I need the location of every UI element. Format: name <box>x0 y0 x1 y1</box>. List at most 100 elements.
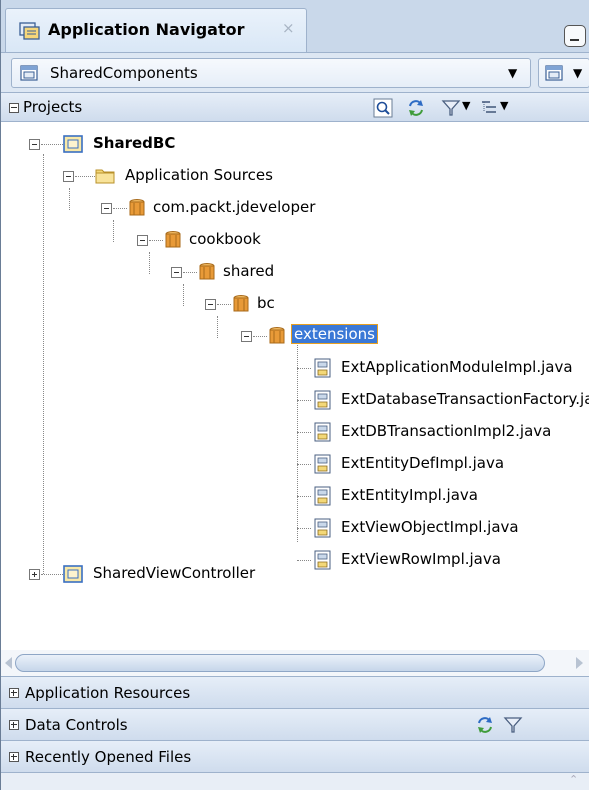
application-navigator-panel: Application Navigator × SharedComponents… <box>0 0 589 790</box>
tree-item-label: shared <box>223 262 275 280</box>
tree-item-label: SharedBC <box>93 134 176 152</box>
tree-guide-line <box>183 272 197 273</box>
chevron-down-icon: ▼ <box>508 66 518 80</box>
tree-item-package[interactable]: bc <box>1 292 589 316</box>
tree-guide-line <box>297 528 311 529</box>
tree-item-sharedviewcontroller[interactable]: SharedViewController <box>1 562 589 586</box>
panel-title: Application Navigator <box>48 20 245 39</box>
section-data-controls[interactable]: Data Controls <box>1 708 589 740</box>
tree-item-label: ExtViewObjectImpl.java <box>341 518 519 536</box>
tree-item-label: ExtEntityDefImpl.java <box>341 454 505 472</box>
package-icon <box>269 327 285 344</box>
tree-item-label: cookbook <box>189 230 261 248</box>
java-file-icon <box>314 422 331 442</box>
find-icon[interactable] <box>373 98 393 118</box>
tree-item-java-file[interactable]: ExtViewObjectImpl.java <box>1 516 589 540</box>
tree-item-label: SharedViewController <box>93 564 256 582</box>
projects-header-label: Projects <box>23 98 83 116</box>
chevron-up-icon[interactable]: ⌃ <box>569 773 578 786</box>
java-file-icon <box>314 454 331 474</box>
tree-guide-line <box>217 304 231 305</box>
tree-guide-line <box>297 560 311 561</box>
tree-item-sharedbc[interactable]: SharedBC <box>1 132 589 156</box>
tree-guide-line <box>297 432 311 433</box>
package-icon <box>165 231 181 248</box>
tree-guide-line <box>297 368 311 369</box>
project-folder-icon <box>63 135 83 153</box>
minimize-button[interactable] <box>564 25 586 47</box>
options-dropdown-icon[interactable]: ▼ <box>500 99 508 112</box>
tree-guide-line <box>297 496 311 497</box>
chevron-down-icon: ▼ <box>573 66 583 80</box>
scroll-left-arrow-icon[interactable] <box>5 657 12 669</box>
tree-item-label: bc <box>257 294 275 312</box>
tree-guide-line <box>113 208 127 209</box>
tree-item-java-file[interactable]: ExtDatabaseTransactionFactory.java <box>1 388 589 412</box>
filter-icon[interactable] <box>503 715 523 735</box>
tree-item-application-sources[interactable]: Application Sources <box>1 164 589 188</box>
tree-item-label: Application Sources <box>125 166 273 184</box>
java-file-icon <box>314 390 331 410</box>
close-tab-icon[interactable]: × <box>282 19 295 37</box>
panel-titlebar: Application Navigator × <box>1 0 589 52</box>
tree-item-label: ExtApplicationModuleImpl.java <box>341 358 573 376</box>
tree-expand-icon[interactable] <box>29 569 40 580</box>
tree-item-label: ExtDatabaseTransactionFactory.java <box>341 390 589 408</box>
tree-guide-line <box>297 400 311 401</box>
tree-item-package[interactable]: com.packt.jdeveloper <box>1 196 589 220</box>
application-selector-row: SharedComponents ▼ ▼ <box>1 52 589 92</box>
project-folder-icon <box>63 565 83 583</box>
application-icon <box>20 65 38 81</box>
package-icon <box>129 199 145 216</box>
tree-guide-line <box>149 240 163 241</box>
tree-item-java-file[interactable]: ExtEntityImpl.java <box>1 484 589 508</box>
navigator-icon <box>19 22 40 40</box>
tree-item-java-file[interactable]: ExtEntityDefImpl.java <box>1 452 589 476</box>
section-label: Recently Opened Files <box>25 748 192 766</box>
projects-tree: SharedBC Application Sources com.packt.j… <box>1 122 589 650</box>
scrollbar-thumb[interactable] <box>15 654 545 672</box>
tree-item-package-selected[interactable]: extensions <box>1 324 589 348</box>
tree-guide-line <box>41 144 63 145</box>
tree-guide-line <box>75 176 97 177</box>
application-menu-icon <box>545 65 563 81</box>
application-menu-button[interactable]: ▼ <box>538 58 589 88</box>
filter-dropdown-icon[interactable]: ▼ <box>462 99 470 112</box>
tree-guide-line <box>297 464 311 465</box>
tree-item-package[interactable]: cookbook <box>1 228 589 252</box>
refresh-icon[interactable] <box>475 715 495 735</box>
section-label: Data Controls <box>25 716 128 734</box>
horizontal-scrollbar[interactable] <box>1 650 589 676</box>
collapse-projects-icon[interactable] <box>9 103 19 113</box>
expand-section-icon[interactable] <box>9 720 19 730</box>
tree-collapse-icon[interactable] <box>137 235 148 246</box>
tree-collapse-icon[interactable] <box>101 203 112 214</box>
options-icon[interactable] <box>479 98 499 118</box>
tree-item-label: com.packt.jdeveloper <box>153 198 316 216</box>
panel-bottom-strip: ⌃ <box>1 772 589 790</box>
tree-item-label: extensions <box>291 324 378 344</box>
tree-item-label: ExtEntityImpl.java <box>341 486 478 504</box>
expand-section-icon[interactable] <box>9 752 19 762</box>
application-select[interactable]: SharedComponents ▼ <box>11 58 531 88</box>
tab-application-navigator[interactable]: Application Navigator × <box>5 8 307 52</box>
java-file-icon <box>314 518 331 538</box>
tree-guide-line <box>253 336 267 337</box>
java-file-icon <box>314 486 331 506</box>
expand-section-icon[interactable] <box>9 688 19 698</box>
section-application-resources[interactable]: Application Resources <box>1 676 589 708</box>
tree-collapse-icon[interactable] <box>29 139 40 150</box>
tree-item-java-file[interactable]: ExtApplicationModuleImpl.java <box>1 356 589 380</box>
tree-collapse-icon[interactable] <box>171 267 182 278</box>
tree-collapse-icon[interactable] <box>205 299 216 310</box>
tree-collapse-icon[interactable] <box>241 331 252 342</box>
tree-item-package[interactable]: shared <box>1 260 589 284</box>
section-recently-opened-files[interactable]: Recently Opened Files <box>1 740 589 772</box>
tree-guide-line <box>41 574 63 575</box>
tree-item-java-file[interactable]: ExtDBTransactionImpl2.java <box>1 420 589 444</box>
filter-icon[interactable] <box>441 98 461 118</box>
refresh-icon[interactable] <box>406 98 426 118</box>
scroll-right-arrow-icon[interactable] <box>576 657 583 669</box>
projects-header[interactable]: Projects ▼ ▼ <box>1 92 589 122</box>
tree-collapse-icon[interactable] <box>63 171 74 182</box>
